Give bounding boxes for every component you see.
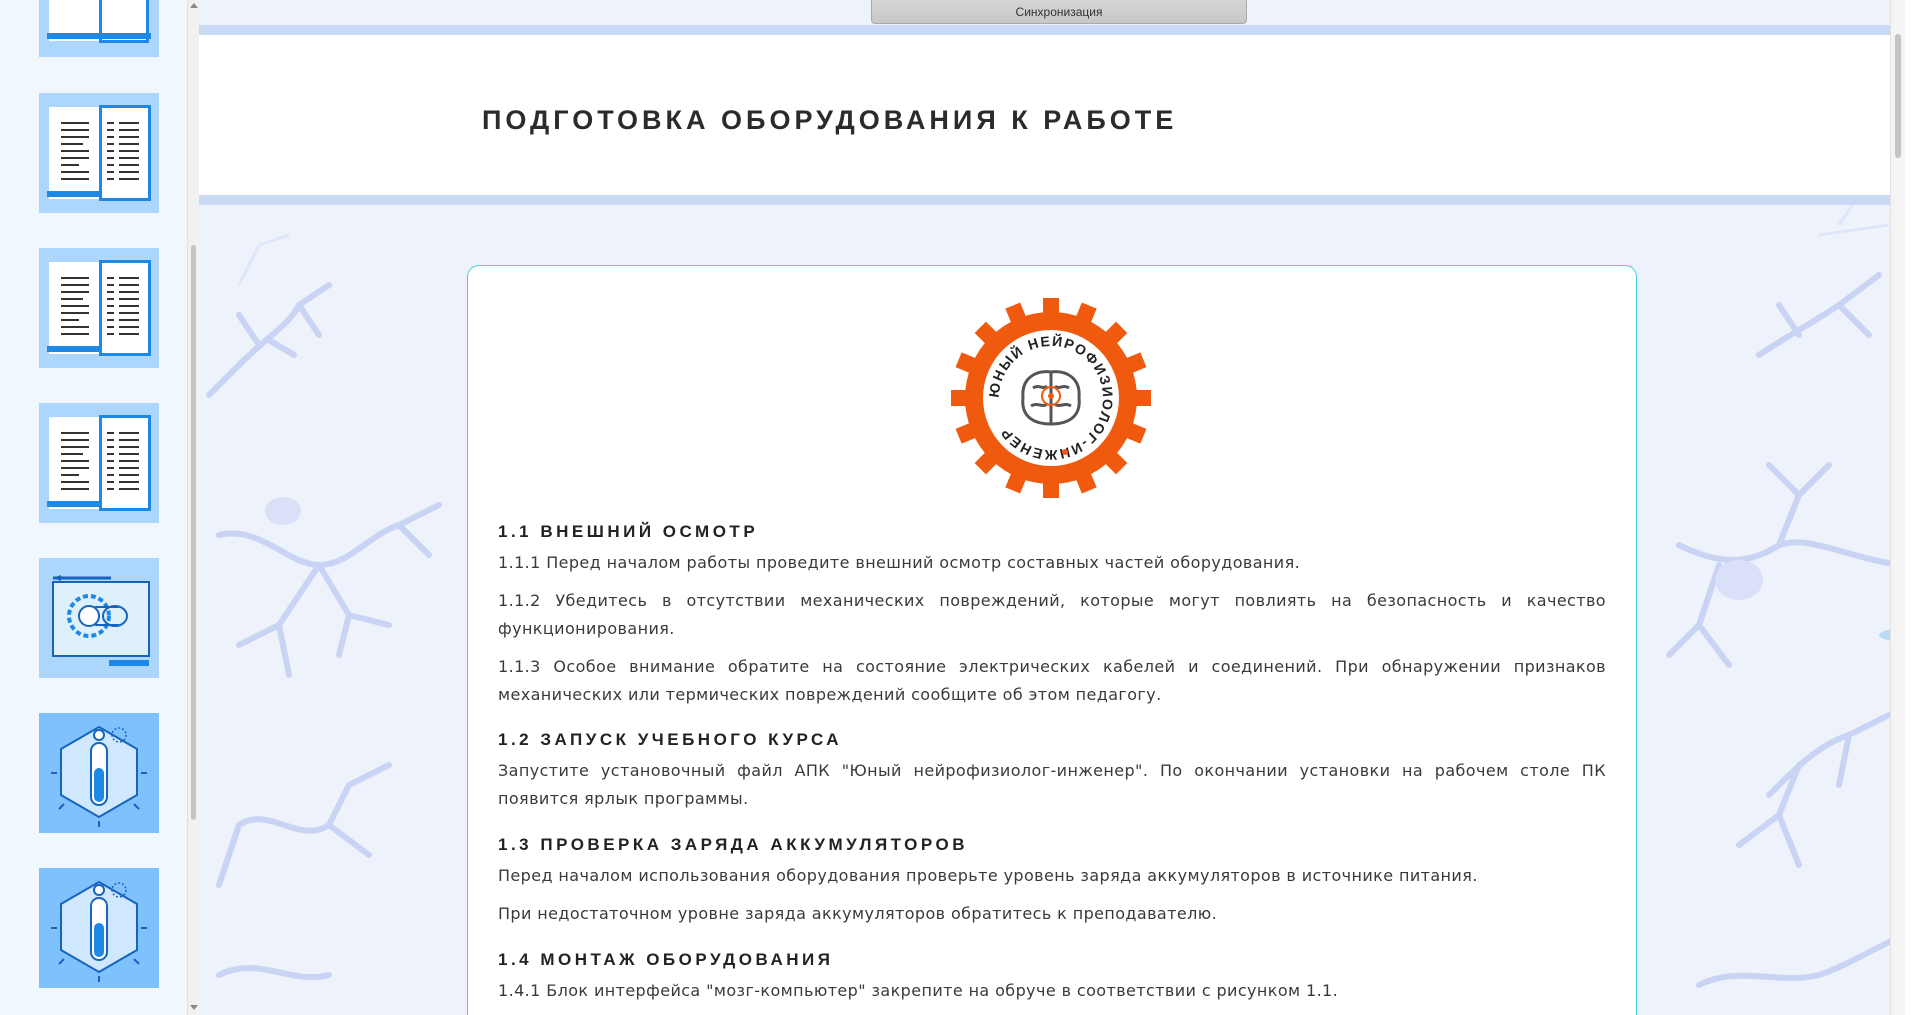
- header-band-top: [199, 25, 1905, 35]
- book-icon: [47, 260, 151, 356]
- sidebar-scroll-thumb[interactable]: [191, 245, 196, 820]
- section-heading: 1.2 ЗАПУСК УЧЕБНОГО КУРСА: [498, 730, 843, 749]
- section-heading: 1.3 ПРОВЕРКА ЗАРЯДА АККУМУЛЯТОРОВ: [498, 835, 968, 854]
- book-icon: [47, 415, 151, 511]
- paragraph: 1.4.1 Блок интерфейса "мозг-компьютер" з…: [498, 981, 1339, 1000]
- logo-gear-icon: ЮНЫЙ НЕЙРОФИЗИОЛОГ-ИНЖЕНЕР: [951, 298, 1151, 498]
- test-tube-icon: [51, 880, 147, 982]
- blueprint-icon: [52, 575, 150, 666]
- paragraph: 1.1.3 Особое внимание обратите на состоя…: [498, 657, 1606, 704]
- book-icon: [47, 0, 151, 43]
- section-heading: 1.4 МОНТАЖ ОБОРУДОВАНИЯ: [498, 950, 834, 969]
- thumbnail-page[interactable]: [39, 93, 159, 213]
- content-card: ЮНЫЙ НЕЙРОФИЗИОЛОГ-ИНЖЕНЕР 1.1 ВНЕШНИЙ О…: [467, 265, 1637, 1015]
- paragraph: 1.1.2 Убедитесь в отсутствии механически…: [498, 591, 1606, 638]
- document-scroll-thumb[interactable]: [1895, 34, 1901, 158]
- sync-button[interactable]: Синхронизация: [871, 0, 1247, 24]
- thumbnail-page[interactable]: [39, 713, 159, 833]
- paragraph: Перед началом использования оборудования…: [498, 866, 1478, 885]
- thumbnail-page[interactable]: [39, 0, 159, 57]
- test-tube-icon: [51, 725, 147, 827]
- header-band-bottom: [199, 195, 1905, 205]
- thumbnail-page[interactable]: [39, 558, 159, 678]
- thumbnail-page[interactable]: [39, 868, 159, 988]
- thumbnail-sidebar: [0, 0, 188, 1015]
- paragraph: Запустите установочный файл АПК "Юный не…: [498, 761, 1606, 808]
- thumbnail-page[interactable]: [39, 403, 159, 523]
- book-icon: [47, 105, 151, 201]
- page-header: ПОДГОТОВКА ОБОРУДОВАНИЯ К РАБОТЕ: [199, 35, 1905, 195]
- thumbnail-page[interactable]: [39, 248, 159, 368]
- section-heading: 1.1 ВНЕШНИЙ ОСМОТР: [498, 522, 759, 541]
- scroll-down-arrow-icon[interactable]: [190, 1005, 198, 1010]
- document-scrollbar[interactable]: [1890, 0, 1905, 1015]
- paragraph: При недостаточном уровне заряда аккумуля…: [498, 904, 1218, 923]
- scroll-up-arrow-icon[interactable]: [190, 3, 198, 8]
- page-title: ПОДГОТОВКА ОБОРУДОВАНИЯ К РАБОТЕ: [482, 105, 1178, 135]
- document-view: Синхронизация ПОДГОТОВКА ОБОРУДОВАНИЯ К …: [199, 0, 1905, 1015]
- paragraph: 1.1.1 Перед началом работы проведите вне…: [498, 553, 1301, 572]
